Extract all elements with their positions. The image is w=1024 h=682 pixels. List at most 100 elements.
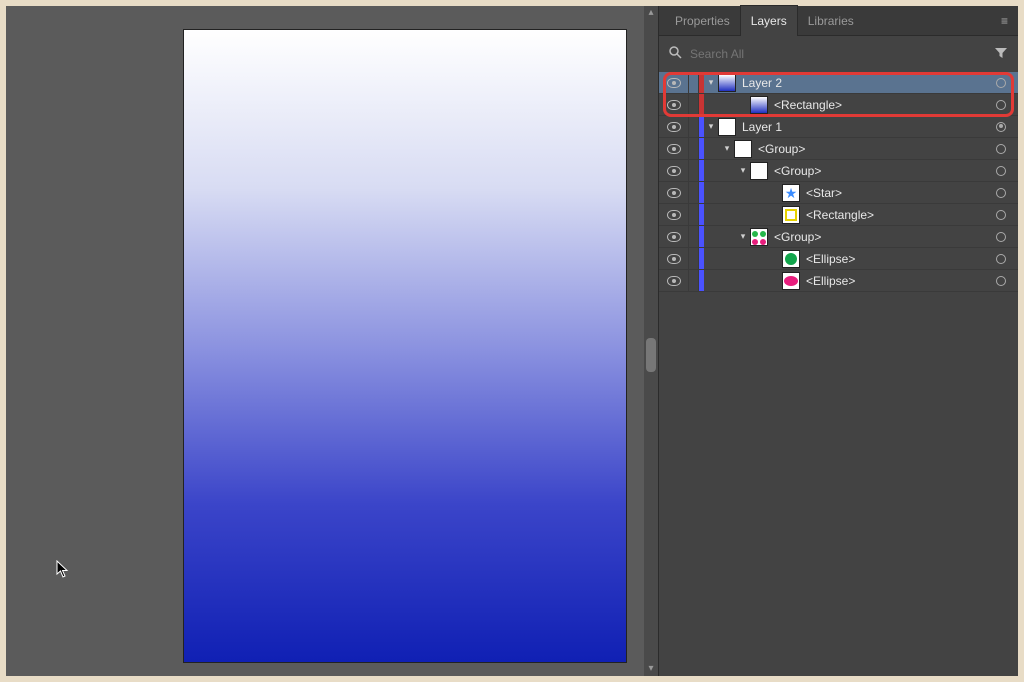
- target-selector[interactable]: [992, 144, 1010, 154]
- target-selector[interactable]: [992, 210, 1010, 220]
- visibility-toggle[interactable]: [659, 226, 689, 247]
- layer-thumbnail[interactable]: [782, 206, 800, 224]
- layer-row-layer1[interactable]: ▾ Layer 1: [659, 116, 1018, 138]
- layer-thumbnail[interactable]: [734, 140, 752, 158]
- lock-column[interactable]: [689, 182, 699, 203]
- layer-thumbnail[interactable]: [750, 162, 768, 180]
- eye-icon: [667, 166, 681, 176]
- visibility-toggle[interactable]: [659, 204, 689, 225]
- lock-column[interactable]: [689, 72, 699, 93]
- lock-column[interactable]: [689, 204, 699, 225]
- visibility-toggle[interactable]: [659, 270, 689, 291]
- layer-row-star[interactable]: ▸★<Star>: [659, 182, 1018, 204]
- lock-column[interactable]: [689, 138, 699, 159]
- layers-list[interactable]: ▾ Layer 2 ▸<Rectangle> ▾ Layer 1 ▾ <Group> ▾ <Gr…: [659, 72, 1018, 676]
- target-selector[interactable]: [992, 78, 1010, 88]
- target-selector[interactable]: [992, 188, 1010, 198]
- layer-label[interactable]: <Group>: [774, 164, 821, 178]
- layer-tree-cell: ▸<Rectangle>: [704, 94, 992, 115]
- layer-tree-cell: ▾ <Group>: [704, 138, 992, 159]
- layer-thumbnail[interactable]: [782, 272, 800, 290]
- layers-panel: Properties Layers Libraries ≡ ▾ Layer 2 ▸<…: [658, 6, 1018, 676]
- layer-tree-cell: ▾ <Group>: [704, 226, 992, 247]
- cursor-arrow-icon: [56, 560, 70, 578]
- visibility-toggle[interactable]: [659, 248, 689, 269]
- disclosure-triangle-icon[interactable]: ▾: [736, 165, 750, 176]
- layer-thumbnail[interactable]: [718, 74, 736, 92]
- scrollbar-thumb[interactable]: [646, 338, 656, 372]
- layer-thumbnail[interactable]: [750, 96, 768, 114]
- layer-label[interactable]: Layer 2: [742, 76, 782, 90]
- scroll-down-button[interactable]: ▾: [644, 662, 658, 676]
- vertical-scrollbar[interactable]: ▴ ▾: [644, 6, 658, 676]
- layer-thumbnail[interactable]: ★: [782, 184, 800, 202]
- visibility-toggle[interactable]: [659, 94, 689, 115]
- app-frame: ▴ ▾ Properties Layers Libraries ≡ ▾ Layer…: [6, 6, 1018, 676]
- target-ring-icon: [996, 122, 1006, 132]
- eye-icon: [667, 188, 681, 198]
- target-selector[interactable]: [992, 276, 1010, 286]
- lock-column[interactable]: [689, 116, 699, 137]
- layer-thumbnail[interactable]: [750, 228, 768, 246]
- panel-menu-icon[interactable]: ≡: [991, 14, 1018, 28]
- indent-spacer: [704, 138, 720, 159]
- target-ring-icon: [996, 144, 1006, 154]
- indent-spacer: [704, 204, 768, 225]
- disclosure-triangle-icon[interactable]: ▾: [736, 231, 750, 242]
- lock-column[interactable]: [689, 226, 699, 247]
- layer-tree-cell: ▸<Ellipse>: [704, 248, 992, 269]
- layer-label[interactable]: Layer 1: [742, 120, 782, 134]
- layer-thumbnail[interactable]: [782, 250, 800, 268]
- disclosure-triangle-icon[interactable]: ▾: [704, 77, 718, 88]
- target-selector[interactable]: [992, 100, 1010, 110]
- tab-properties[interactable]: Properties: [665, 6, 740, 36]
- layer-label[interactable]: <Group>: [774, 230, 821, 244]
- layer-tree-cell: ▸<Rectangle>: [704, 204, 992, 225]
- visibility-toggle[interactable]: [659, 182, 689, 203]
- layer-row-group1[interactable]: ▾ <Group>: [659, 138, 1018, 160]
- disclosure-triangle-icon[interactable]: ▾: [720, 143, 734, 154]
- eye-icon: [667, 78, 681, 88]
- eye-icon: [667, 254, 681, 264]
- target-selector[interactable]: [992, 232, 1010, 242]
- indent-spacer: [704, 182, 768, 203]
- canvas-area[interactable]: ▴ ▾: [6, 6, 658, 676]
- layer-label[interactable]: <Rectangle>: [806, 208, 874, 222]
- target-selector[interactable]: [992, 122, 1010, 132]
- layer-label[interactable]: <Ellipse>: [806, 274, 855, 288]
- artboard-gradient-rectangle[interactable]: [184, 30, 626, 662]
- visibility-toggle[interactable]: [659, 72, 689, 93]
- filter-icon[interactable]: [994, 46, 1008, 63]
- lock-column[interactable]: [689, 270, 699, 291]
- layer-search-input[interactable]: [690, 47, 986, 61]
- panel-tabs: Properties Layers Libraries ≡: [659, 6, 1018, 36]
- eye-icon: [667, 232, 681, 242]
- layer-row-group3[interactable]: ▾ <Group>: [659, 226, 1018, 248]
- layer-label[interactable]: <Ellipse>: [806, 252, 855, 266]
- disclosure-triangle-icon[interactable]: ▾: [704, 121, 718, 132]
- eye-icon: [667, 210, 681, 220]
- tab-layers[interactable]: Layers: [740, 5, 798, 36]
- lock-column[interactable]: [689, 248, 699, 269]
- layer-row-rect2[interactable]: ▸<Rectangle>: [659, 94, 1018, 116]
- layer-label[interactable]: <Star>: [806, 186, 842, 200]
- layer-tree-cell: ▸<Ellipse>: [704, 270, 992, 291]
- visibility-toggle[interactable]: [659, 138, 689, 159]
- layer-row-layer2[interactable]: ▾ Layer 2: [659, 72, 1018, 94]
- layer-label[interactable]: <Group>: [758, 142, 805, 156]
- lock-column[interactable]: [689, 160, 699, 181]
- target-selector[interactable]: [992, 166, 1010, 176]
- target-selector[interactable]: [992, 254, 1010, 264]
- layer-row-group2[interactable]: ▾ <Group>: [659, 160, 1018, 182]
- scroll-up-button[interactable]: ▴: [644, 6, 658, 20]
- visibility-toggle[interactable]: [659, 160, 689, 181]
- layer-row-rect1[interactable]: ▸<Rectangle>: [659, 204, 1018, 226]
- indent-spacer: [704, 94, 736, 115]
- layer-label[interactable]: <Rectangle>: [774, 98, 842, 112]
- layer-row-ellipse2[interactable]: ▸<Ellipse>: [659, 270, 1018, 292]
- visibility-toggle[interactable]: [659, 116, 689, 137]
- lock-column[interactable]: [689, 94, 699, 115]
- tab-libraries[interactable]: Libraries: [798, 6, 864, 36]
- layer-thumbnail[interactable]: [718, 118, 736, 136]
- layer-row-ellipse1[interactable]: ▸<Ellipse>: [659, 248, 1018, 270]
